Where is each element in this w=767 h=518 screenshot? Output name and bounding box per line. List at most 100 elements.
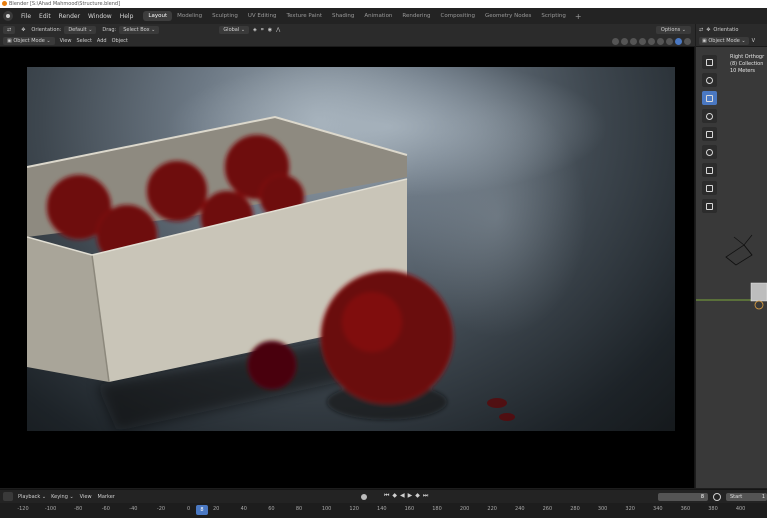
menu-window[interactable]: Window bbox=[84, 13, 116, 20]
timeline-menu-view[interactable]: View bbox=[80, 494, 92, 500]
options-dropdown[interactable]: Options ⌄ bbox=[655, 26, 691, 34]
tab-sculpting[interactable]: Sculpting bbox=[207, 11, 243, 21]
transform-orientation-dropdown[interactable]: Global ⌄ bbox=[219, 26, 250, 34]
play-reverse-icon[interactable]: ◀ bbox=[400, 492, 405, 500]
overlay-icon[interactable] bbox=[630, 37, 637, 45]
timeline-tick-label: -100 bbox=[44, 506, 57, 512]
timeline-tick-label: 0 bbox=[187, 506, 191, 512]
gizmo-icon[interactable] bbox=[621, 37, 628, 45]
move-gizmo-icon[interactable]: ✥ bbox=[21, 27, 25, 33]
rendered-shading-icon[interactable] bbox=[675, 37, 682, 45]
drag-dropdown[interactable]: Select Box ⌄ bbox=[119, 26, 160, 34]
right-move-gizmo-icon[interactable]: ✥ bbox=[706, 27, 710, 33]
menu-render[interactable]: Render bbox=[55, 13, 84, 20]
move-tool-icon[interactable] bbox=[702, 91, 717, 105]
start-frame-field[interactable]: Start 1 bbox=[726, 493, 767, 501]
current-frame-field[interactable]: 8 bbox=[658, 493, 708, 501]
object-mode-dropdown[interactable]: ▣ Object Mode ⌄ bbox=[3, 37, 55, 45]
tab-layout[interactable]: Layout bbox=[143, 11, 173, 21]
tab-compositing[interactable]: Compositing bbox=[436, 11, 480, 21]
timeline-tick-label: 20 bbox=[213, 506, 220, 512]
select-tool-icon[interactable] bbox=[702, 55, 717, 69]
viewport-info-overlay: Right Orthogr (8) Collection 10 Meters bbox=[730, 54, 764, 75]
cursor-tool-icon[interactable] bbox=[702, 73, 717, 87]
timeline-tick-label: 220 bbox=[487, 506, 497, 512]
timeline-tick-label: -80 bbox=[74, 506, 83, 512]
timeline-editor-type-icon[interactable] bbox=[3, 492, 13, 501]
keying-label: Keying bbox=[51, 493, 68, 500]
falloff-icon[interactable]: ⋀ bbox=[276, 27, 280, 33]
snap-icon[interactable]: ⌗ bbox=[261, 27, 264, 33]
solid-shading-icon[interactable] bbox=[657, 37, 664, 45]
flower-fragment bbox=[247, 340, 297, 390]
orientation-dropdown[interactable]: Default ⌄ bbox=[64, 26, 97, 34]
tab-modeling[interactable]: Modeling bbox=[172, 11, 207, 21]
timeline-tick-label: 360 bbox=[680, 506, 691, 512]
object-outline[interactable] bbox=[750, 282, 767, 302]
menu-add[interactable]: Add bbox=[97, 38, 107, 44]
right-tool-select-icon[interactable]: ⇄ bbox=[699, 27, 703, 33]
jump-end-icon[interactable]: ⏭ bbox=[423, 492, 428, 500]
blender-menu-icon[interactable] bbox=[3, 11, 13, 21]
view-name: Right Orthogr bbox=[730, 54, 765, 60]
options-label: Options bbox=[660, 27, 681, 33]
rotate-tool-icon[interactable] bbox=[702, 109, 717, 123]
timeline-tick-label: 40 bbox=[240, 506, 247, 512]
material-shading-icon[interactable] bbox=[666, 37, 673, 45]
annotate-tool-icon[interactable] bbox=[702, 163, 717, 177]
right-menu-view[interactable]: V bbox=[752, 38, 755, 44]
wireframe-shading-icon[interactable] bbox=[648, 37, 655, 45]
playhead[interactable]: 8 bbox=[196, 505, 208, 515]
tab-shading[interactable]: Shading bbox=[327, 11, 359, 21]
scale-tool-icon[interactable] bbox=[702, 127, 717, 141]
timeline-tick-label: -40 bbox=[129, 506, 138, 512]
timeline-tick-label: 300 bbox=[597, 506, 608, 512]
menu-select[interactable]: Select bbox=[76, 38, 91, 44]
right-toolbar bbox=[701, 55, 718, 217]
add-cube-tool-icon[interactable] bbox=[702, 199, 717, 213]
menu-file[interactable]: File bbox=[17, 13, 35, 20]
right-object-mode-dropdown[interactable]: ▣ Object Mode ⌄ bbox=[699, 37, 749, 45]
menu-object[interactable]: Object bbox=[112, 38, 128, 44]
menu-edit[interactable]: Edit bbox=[35, 13, 55, 20]
timeline-tick-label: 100 bbox=[321, 506, 332, 512]
timeline-ruler[interactable]: 400 380 360 340 320 300 280 260 240 220 200 180 160 1… bbox=[0, 503, 767, 518]
tab-texture-paint[interactable]: Texture Paint bbox=[282, 11, 328, 21]
xray-icon[interactable] bbox=[639, 37, 646, 45]
add-workspace-icon[interactable]: + bbox=[571, 12, 586, 21]
pause-render-icon[interactable] bbox=[684, 37, 691, 45]
menu-view[interactable]: View bbox=[60, 38, 72, 44]
tab-animation[interactable]: Animation bbox=[359, 11, 397, 21]
start-label: Start bbox=[730, 494, 743, 500]
transform-tool-icon[interactable] bbox=[702, 145, 717, 159]
clock-icon[interactable] bbox=[713, 493, 721, 501]
tab-rendering[interactable]: Rendering bbox=[397, 11, 435, 21]
tab-geometry-nodes[interactable]: Geometry Nodes bbox=[480, 11, 536, 21]
pivot-icon[interactable]: ◈ bbox=[253, 27, 257, 33]
tab-scripting[interactable]: Scripting bbox=[536, 11, 570, 21]
playback-dropdown[interactable]: Playback ⌄ bbox=[18, 494, 46, 500]
timeline-tick-label: 340 bbox=[653, 506, 663, 512]
menu-help[interactable]: Help bbox=[116, 13, 138, 20]
auto-keying-icon[interactable] bbox=[361, 494, 367, 500]
right-viewport[interactable]: ⇄ ✥ Orientatio ▣ Object Mode ⌄ V Right O… bbox=[696, 24, 767, 488]
measure-tool-icon[interactable] bbox=[702, 181, 717, 195]
flower-on-floor bbox=[320, 270, 454, 420]
right-object-mode-value: Object Mode bbox=[708, 38, 740, 44]
timeline-menu-marker[interactable]: Marker bbox=[98, 494, 115, 500]
rendered-view[interactable] bbox=[27, 67, 675, 431]
keying-dropdown[interactable]: Keying ⌄ bbox=[51, 494, 74, 500]
tab-uv-editing[interactable]: UV Editing bbox=[243, 11, 282, 21]
camera-wireframe bbox=[725, 234, 753, 266]
3d-viewport[interactable] bbox=[0, 47, 695, 488]
timeline-tick-label: 200 bbox=[459, 506, 470, 512]
jump-start-icon[interactable]: ⏮ bbox=[384, 492, 389, 500]
prev-keyframe-icon[interactable]: ◆ bbox=[392, 492, 397, 500]
proportional-edit-icon[interactable]: ◉ bbox=[268, 27, 272, 33]
tool-select-icon[interactable]: ⇄ bbox=[3, 26, 16, 34]
timeline-tick-label: 60 bbox=[268, 506, 275, 512]
next-keyframe-icon[interactable]: ◆ bbox=[415, 492, 420, 500]
play-icon[interactable]: ▶ bbox=[408, 492, 413, 500]
viewport-shading-controls bbox=[610, 37, 691, 45]
visibility-icon[interactable] bbox=[612, 37, 619, 45]
